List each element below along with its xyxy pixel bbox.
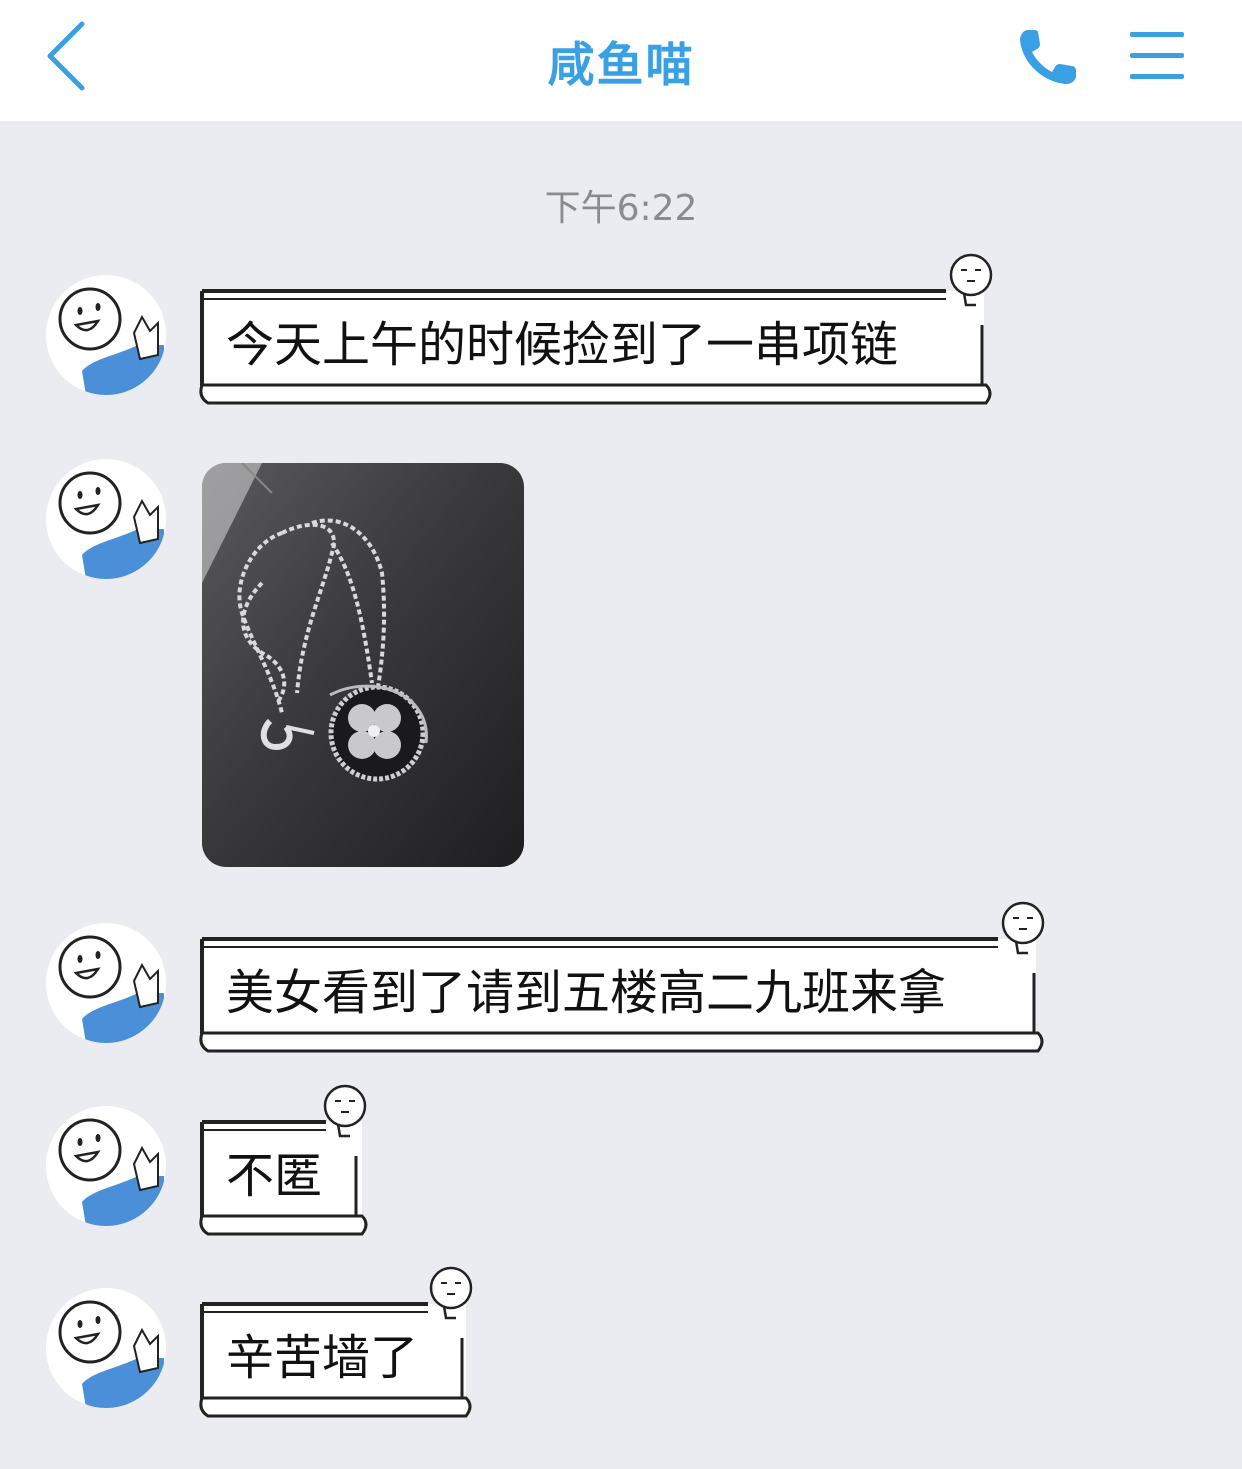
necklace-photo bbox=[202, 463, 524, 867]
chat-area[interactable]: 下午6:22 今天上午的时候捡到了一串项链 美女看到了请到五楼高二九班来拿 不匿… bbox=[0, 121, 1242, 1469]
menu-icon bbox=[1130, 32, 1184, 79]
avatar[interactable] bbox=[46, 1106, 166, 1226]
avatar[interactable] bbox=[46, 275, 166, 395]
message-text: 不匿 bbox=[226, 1148, 323, 1204]
menu-button[interactable] bbox=[1126, 28, 1188, 84]
avatar[interactable] bbox=[46, 923, 166, 1043]
avatar[interactable] bbox=[46, 459, 166, 579]
sticker-face-icon bbox=[1001, 901, 1045, 955]
sticker-face-icon bbox=[323, 1084, 367, 1138]
message-timestamp: 下午6:22 bbox=[544, 188, 698, 229]
avatar-icon bbox=[46, 1106, 166, 1226]
call-button[interactable] bbox=[1014, 24, 1088, 90]
nav-bar: 咸鱼喵 bbox=[0, 0, 1242, 121]
message-image[interactable] bbox=[202, 463, 524, 867]
avatar-icon bbox=[46, 459, 166, 579]
avatar-icon bbox=[46, 923, 166, 1043]
sticker-face-icon bbox=[429, 1266, 473, 1320]
avatar-icon bbox=[46, 275, 166, 395]
message-bubble[interactable]: 美女看到了请到五楼高二九班来拿 bbox=[196, 901, 1046, 1055]
avatar[interactable] bbox=[46, 1288, 166, 1408]
phone-icon bbox=[1020, 30, 1076, 84]
message-bubble[interactable]: 不匿 bbox=[196, 1084, 372, 1238]
message-text: 今天上午的时候捡到了一串项链 bbox=[226, 317, 899, 373]
message-text: 美女看到了请到五楼高二九班来拿 bbox=[226, 965, 947, 1021]
message-text: 辛苦墙了 bbox=[226, 1330, 419, 1386]
message-bubble[interactable]: 今天上午的时候捡到了一串项链 bbox=[196, 253, 994, 407]
sticker-face-icon bbox=[949, 253, 993, 307]
avatar-icon bbox=[46, 1288, 166, 1408]
message-bubble[interactable]: 辛苦墙了 bbox=[196, 1266, 476, 1420]
